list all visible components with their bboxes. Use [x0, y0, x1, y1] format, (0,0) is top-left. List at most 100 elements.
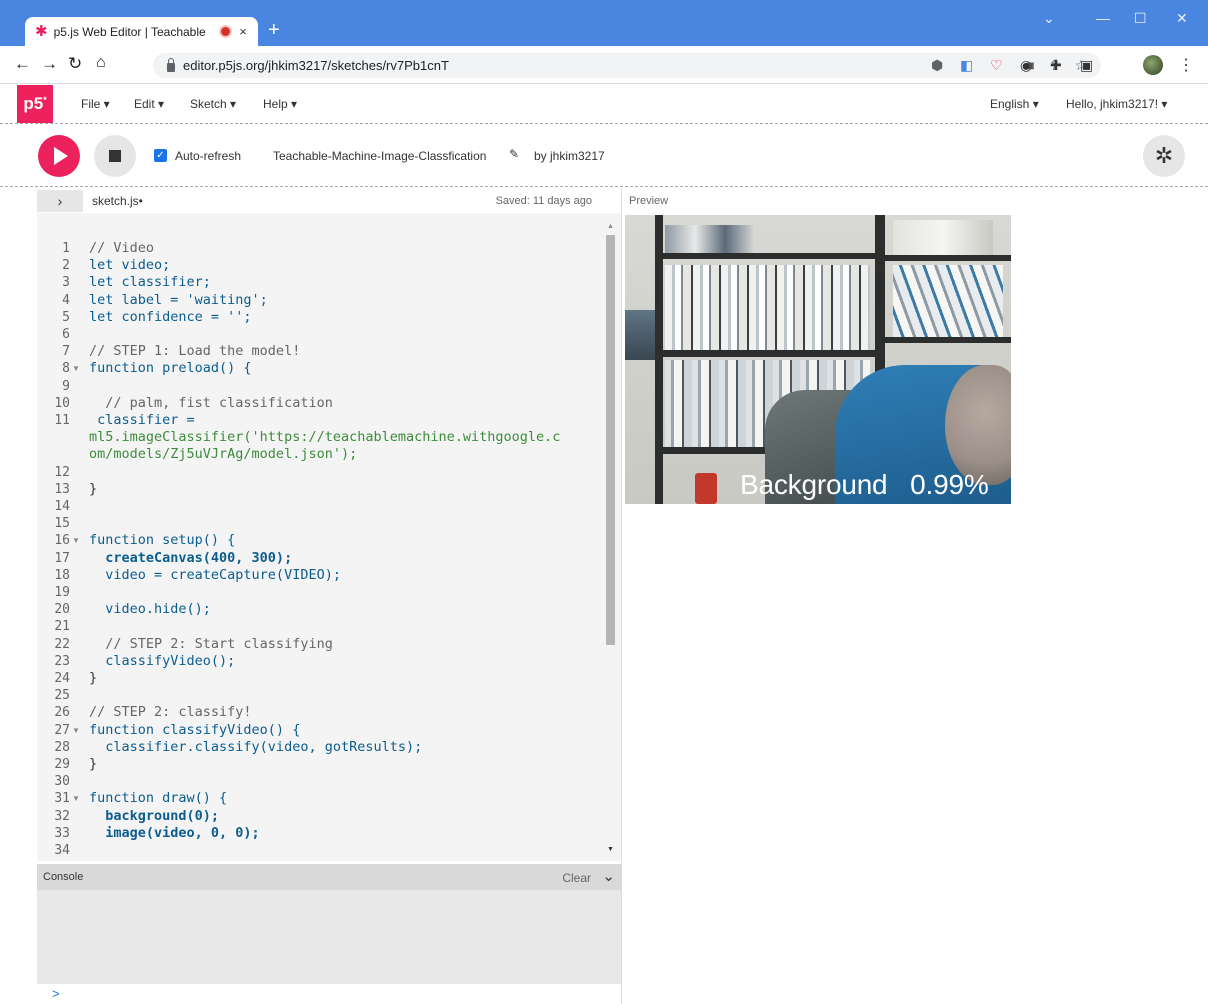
code-line[interactable]: // STEP 1: Load the model!: [89, 343, 609, 360]
code-line[interactable]: classifier.classify(video, gotResults);: [89, 739, 609, 756]
recording-indicator-icon: [221, 27, 230, 36]
line-number: 14: [54, 499, 70, 514]
code-line[interactable]: let label = 'waiting';: [89, 292, 609, 309]
p5-logo[interactable]: p5 *: [17, 85, 53, 123]
line-number: 33: [54, 825, 70, 841]
profile-avatar[interactable]: [1143, 55, 1163, 75]
pane-divider[interactable]: [621, 188, 622, 1004]
p5-nav-bar: p5 * File ▾ Edit ▾ Sketch ▾ Help ▾ Englis…: [0, 85, 1208, 124]
code-line[interactable]: function setup() {: [89, 532, 609, 549]
fold-toggle-icon[interactable]: ▼: [72, 790, 80, 807]
sketch-owner[interactable]: by jhkim3217: [534, 149, 605, 163]
code-editor[interactable]: 1 // Video 2 let video; 3 let classifier; 4 let…: [37, 213, 621, 861]
language-selector[interactable]: English ▾: [990, 97, 1039, 111]
auto-refresh-checkbox[interactable]: ✓: [154, 149, 167, 162]
line-number: 7: [62, 344, 70, 360]
code-line[interactable]: video.hide();: [89, 601, 609, 618]
line-number: 27: [54, 722, 70, 738]
code-line[interactable]: // STEP 2: Start classifying: [89, 636, 609, 653]
console-header: Console Clear ⌄: [37, 864, 621, 890]
line-number: 13: [54, 481, 70, 497]
file-tab-name[interactable]: sketch.js•: [92, 194, 143, 208]
line-number: 21: [54, 619, 70, 635]
close-window-button[interactable]: ✕: [1176, 10, 1188, 27]
code-line[interactable]: image(video, 0, 0);: [89, 825, 609, 842]
back-arrow-icon[interactable]: ←: [14, 54, 31, 74]
forward-arrow-icon[interactable]: →: [41, 54, 58, 74]
tab-close-button[interactable]: ×: [236, 24, 250, 39]
settings-gear-icon[interactable]: ✲: [1143, 135, 1185, 177]
menu-file[interactable]: File ▾: [81, 97, 110, 111]
red-bottle: [695, 473, 717, 504]
extension-shield-icon[interactable]: ⬢: [931, 57, 943, 74]
pocket-icon[interactable]: ♡: [990, 57, 1003, 74]
scroll-up-arrow-icon[interactable]: ▲: [607, 223, 614, 230]
code-line[interactable]: ml5.imageClassifier('https://teachablema…: [89, 429, 609, 446]
fold-toggle-icon[interactable]: ▼: [72, 532, 80, 549]
line-number: 4: [62, 292, 70, 308]
new-tab-button[interactable]: +: [268, 20, 280, 40]
browser-tab[interactable]: ✱ p5.js Web Editor | Teachable ×: [25, 17, 258, 46]
code-line[interactable]: let classifier;: [89, 274, 609, 291]
sketch-name[interactable]: Teachable-Machine-Image-Classfication: [273, 149, 486, 163]
stop-button[interactable]: [94, 135, 136, 177]
preview-canvas[interactable]: Background 0.99%: [625, 215, 1011, 504]
edit-pencil-icon[interactable]: ✎: [509, 147, 519, 161]
line-number: 5: [62, 309, 70, 325]
menu-edit[interactable]: Edit ▾: [134, 97, 164, 111]
lock-icon[interactable]: [167, 57, 175, 72]
code-line[interactable]: function draw() {: [89, 790, 609, 807]
menu-help[interactable]: Help ▾: [263, 97, 297, 111]
line-number: 20: [54, 602, 70, 618]
scroll-down-arrow-icon[interactable]: ▼: [607, 846, 614, 853]
code-line[interactable]: om/models/Zj5uVJrAg/model.json');: [89, 446, 609, 463]
code-line[interactable]: function preload() {: [89, 360, 609, 377]
console-collapse-chevron-icon[interactable]: ⌄: [602, 867, 615, 885]
code-line[interactable]: createCanvas(400, 300);: [89, 550, 609, 567]
play-button[interactable]: [38, 135, 80, 177]
extensions-puzzle-icon[interactable]: ✚: [1050, 57, 1062, 74]
code-line[interactable]: }: [89, 670, 609, 687]
books: [893, 265, 1003, 337]
user-menu[interactable]: Hello, jhkim3217! ▾: [1066, 97, 1167, 111]
maximize-button[interactable]: ☐: [1134, 10, 1147, 27]
side-panel-icon[interactable]: ▣: [1080, 57, 1093, 74]
classification-label: Background 0.99%: [740, 469, 989, 500]
tab-search-icon[interactable]: ⌄: [1043, 10, 1055, 27]
menu-sketch[interactable]: Sketch ▾: [190, 97, 236, 111]
shelf-board: [885, 255, 1011, 261]
auto-refresh-label[interactable]: Auto-refresh: [175, 149, 241, 163]
more-menu-icon[interactable]: ⋮: [1178, 55, 1194, 75]
code-line[interactable]: video = createCapture(VIDEO);: [89, 567, 609, 584]
editor-file-bar: › sketch.js• Saved: 11 days ago: [37, 190, 621, 212]
code-line[interactable]: }: [89, 481, 609, 498]
code-line[interactable]: // STEP 2: classify!: [89, 704, 609, 721]
console-input[interactable]: >: [37, 984, 621, 1004]
code-line[interactable]: let video;: [89, 257, 609, 274]
code-line[interactable]: let confidence = '';: [89, 309, 609, 326]
fold-toggle-icon[interactable]: ▼: [72, 722, 80, 739]
code-line[interactable]: // palm, fist classification: [89, 395, 609, 412]
reload-icon[interactable]: ↻: [68, 54, 82, 74]
line-number: 16: [54, 533, 70, 549]
code-line[interactable]: // Video: [89, 240, 609, 257]
code-line[interactable]: background(0);: [89, 808, 609, 825]
editor-scrollbar[interactable]: ▲ ▼: [604, 223, 616, 853]
line-number: 3: [62, 275, 70, 291]
home-icon[interactable]: ⌂: [96, 54, 106, 72]
code-line[interactable]: classifier =: [89, 412, 609, 429]
sidebar-toggle-chevron-icon[interactable]: ›: [37, 190, 83, 212]
line-number: 24: [54, 671, 70, 686]
code-line[interactable]: function classifyVideo() {: [89, 722, 609, 739]
minimize-button[interactable]: —: [1096, 10, 1110, 26]
extension-m-icon[interactable]: ◉: [1020, 57, 1032, 74]
address-bar[interactable]: editor.p5js.org/jhkim3217/sketches/rv7Pb…: [153, 53, 1101, 78]
extension-translate-icon[interactable]: ◧: [960, 57, 973, 74]
code-line[interactable]: classifyVideo();: [89, 653, 609, 670]
line-number: 10: [54, 395, 70, 411]
code-line[interactable]: }: [89, 756, 609, 773]
books: [893, 220, 993, 255]
fold-toggle-icon[interactable]: ▼: [72, 360, 80, 377]
scrollbar-thumb[interactable]: [606, 235, 615, 645]
console-clear-button[interactable]: Clear: [562, 871, 591, 885]
